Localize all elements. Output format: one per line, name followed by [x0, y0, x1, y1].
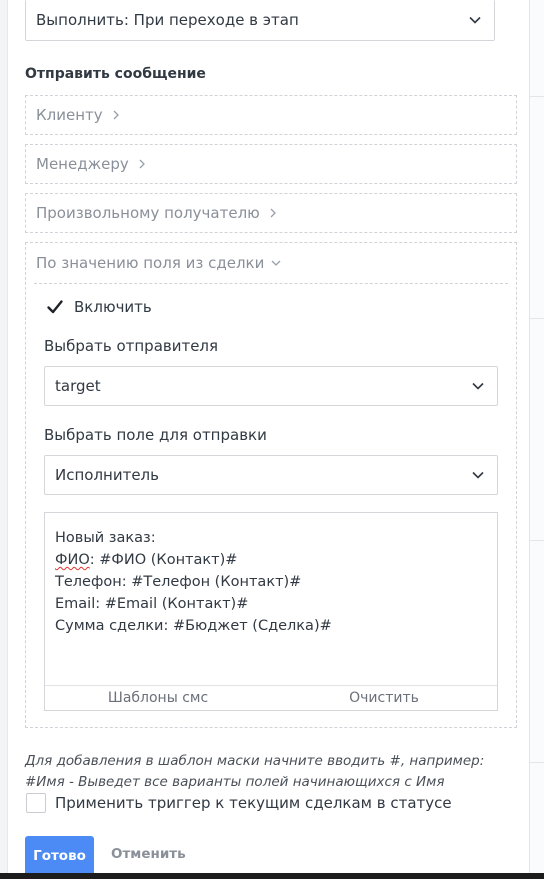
right-panel-edge: [529, 0, 544, 879]
chevron-right-icon: [113, 110, 119, 120]
field-select[interactable]: Исполнитель: [44, 455, 498, 495]
chevron-right-icon: [139, 159, 145, 169]
hint-line: Для добавления в шаблон маски начните вв…: [25, 753, 485, 769]
cancel-button[interactable]: Отменить: [111, 846, 186, 862]
clear-button[interactable]: Очистить: [271, 686, 497, 710]
enable-checkbox-row[interactable]: Включить: [46, 298, 152, 316]
chevron-down-icon: [469, 16, 481, 24]
execute-trigger-select[interactable]: Выполнить: При переходе в этап: [25, 0, 495, 41]
recipient-manager-label: Менеджеру: [36, 155, 129, 173]
chevron-right-icon: [270, 208, 276, 218]
spellcheck-word: ФИО: [55, 552, 90, 568]
apply-existing-label: Применить триггер к текущим сделкам в ст…: [55, 794, 452, 812]
recipient-custom[interactable]: Произвольному получателю: [25, 193, 517, 233]
enable-label: Включить: [74, 298, 152, 316]
field-label: Выбрать поле для отправки: [44, 426, 267, 444]
message-textarea[interactable]: Новый заказ: ФИО: #ФИО (Контакт)# Телефо…: [44, 512, 498, 711]
execute-trigger-value: Выполнить: При переходе в этап: [36, 11, 299, 29]
sms-templates-button[interactable]: Шаблоны смс: [45, 686, 271, 710]
recipient-client[interactable]: Клиенту: [25, 95, 517, 135]
panel-divider: [34, 283, 508, 284]
chevron-down-icon: [472, 471, 484, 479]
recipient-by-field-header[interactable]: По значению поля из сделки: [26, 243, 516, 283]
hint-line: #Имя - Выведет все варианты полей начина…: [25, 774, 445, 790]
sender-select[interactable]: target: [44, 366, 498, 406]
sender-value: target: [55, 377, 101, 395]
recipient-by-field-label: По значению поля из сделки: [36, 254, 265, 272]
apply-existing-checkbox[interactable]: [26, 793, 46, 813]
chevron-down-icon: [271, 260, 281, 266]
send-message-title: Отправить сообщение: [25, 66, 206, 82]
field-value: Исполнитель: [55, 466, 159, 484]
message-line: Телефон: #Телефон (Контакт)#: [55, 574, 302, 590]
left-panel-edge: [0, 0, 8, 879]
message-line: ФИО: #ФИО (Контакт)#: [55, 552, 238, 568]
message-line: Email: #Email (Контакт)#: [55, 596, 249, 612]
checkmark-icon: [47, 300, 63, 314]
recipient-custom-label: Произвольному получателю: [36, 204, 260, 222]
sender-label: Выбрать отправителя: [44, 337, 219, 355]
chevron-down-icon: [472, 382, 484, 390]
apply-existing-row[interactable]: Применить триггер к текущим сделкам в ст…: [26, 793, 452, 813]
textarea-footer: Шаблоны смс Очистить: [45, 685, 497, 710]
recipient-manager[interactable]: Менеджеру: [25, 144, 517, 184]
enable-checkbox[interactable]: [46, 298, 64, 316]
done-button[interactable]: Готово: [25, 836, 94, 876]
recipient-client-label: Клиенту: [36, 106, 103, 124]
message-line: Новый заказ:: [55, 530, 156, 546]
bottom-edge: [0, 873, 544, 879]
message-line: Сумма сделки: #Бюджет (Сделка)#: [55, 618, 332, 634]
